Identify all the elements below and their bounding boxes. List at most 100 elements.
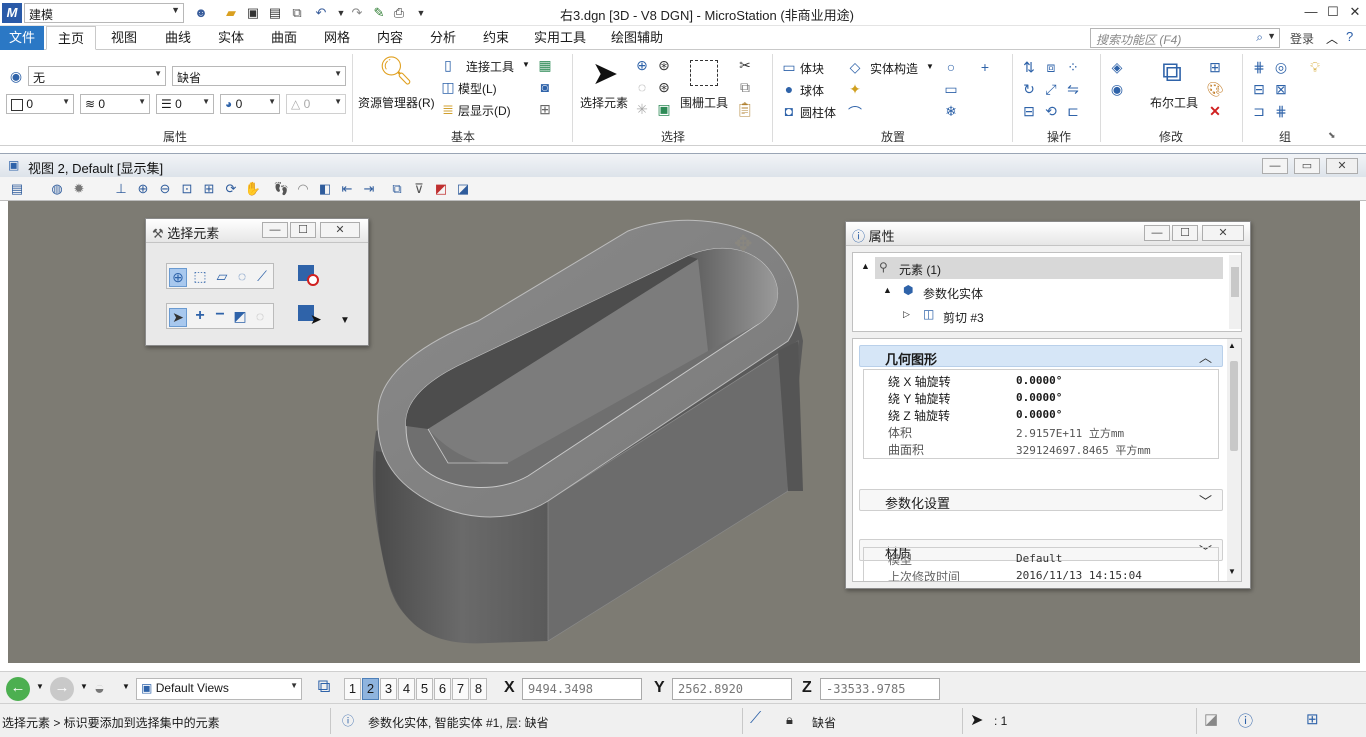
x-coord-field[interactable]: 9494.3498 — [522, 678, 642, 700]
select-element-button[interactable]: 选择元素 — [580, 94, 628, 111]
view-minimize-button[interactable]: — — [1262, 158, 1288, 174]
level-display-icon[interactable]: ◉ — [6, 68, 26, 85]
info-icon[interactable]: ⓘ — [342, 712, 354, 729]
save-icon[interactable]: ▣ — [244, 4, 262, 22]
deselect-icon[interactable]: ◌ — [634, 79, 650, 95]
view-6-button[interactable]: 6 — [434, 678, 451, 700]
bulb-icon[interactable]: 💡︎ — [1306, 59, 1324, 76]
update-view-icon[interactable]: ⊥ — [112, 180, 130, 198]
window-area-icon[interactable]: ⊡ — [178, 180, 196, 198]
minimize-button[interactable]: — — [1300, 2, 1322, 22]
view-8-button[interactable]: 8 — [470, 678, 487, 700]
group-lock-icon[interactable]: ▣ — [656, 101, 672, 118]
clip-volume-icon[interactable]: ⊽ — [410, 180, 428, 198]
spin-icon[interactable]: ⟲ — [1042, 103, 1060, 120]
snap-mode-icon[interactable]: ⟋ — [750, 710, 761, 728]
design-history-icon[interactable]: ◪ — [1204, 710, 1218, 728]
references-icon[interactable]: ▦ — [536, 57, 554, 74]
tab-curves[interactable]: 曲线 — [158, 26, 198, 50]
group-icon[interactable]: ⋕ — [1250, 59, 1268, 76]
dialog-restore-button[interactable]: ☐ — [290, 222, 316, 238]
view-next-icon[interactable]: ⇥ — [360, 180, 378, 198]
explorer-button[interactable]: 资源管理器(R) — [358, 94, 435, 111]
align-icon[interactable]: ⊟ — [1020, 103, 1038, 120]
select-all-icon[interactable]: ⊕ — [634, 57, 650, 74]
paint-icon[interactable]: 🎨︎ — [1206, 81, 1224, 98]
view-7-button[interactable]: 7 — [452, 678, 469, 700]
user-icon[interactable]: ☻ — [192, 4, 210, 22]
view-groups-icon[interactable]: ⧉ — [310, 676, 338, 702]
tab-drawing-aids[interactable]: 绘图辅助 — [604, 26, 670, 50]
cylinder-icon[interactable]: ◘ — [780, 103, 798, 119]
camera-icon[interactable]: ◧ — [316, 180, 334, 198]
sphere-button[interactable]: 球体 — [800, 82, 824, 99]
arc-icon[interactable]: ⌒ — [846, 103, 864, 123]
property-value[interactable]: 0.0000° — [1016, 374, 1062, 387]
compress-icon[interactable]: ⧉ — [288, 4, 306, 22]
add-mode-icon[interactable]: + — [191, 307, 209, 325]
close-button[interactable]: ✕ — [1344, 2, 1366, 22]
view-4-button[interactable]: 4 — [398, 678, 415, 700]
view-maximize-button[interactable]: ▭ — [1294, 158, 1320, 174]
selection-set-icon[interactable]: ➤ — [970, 710, 983, 730]
models-icon[interactable]: ◫ — [440, 79, 456, 96]
cylinder-button[interactable]: 圆柱体 — [800, 104, 836, 121]
trim-icon[interactable]: ⊞ — [1206, 59, 1224, 76]
section-geometry[interactable]: 几何图形 ︿ — [859, 345, 1223, 367]
tree-scrollbar[interactable] — [1229, 255, 1241, 329]
named-group-icon[interactable]: ⊠ — [1272, 81, 1290, 98]
display-style-icon[interactable]: ◍ — [48, 180, 66, 198]
graphic-group-icon[interactable]: ⊐ — [1250, 103, 1268, 120]
copy-icon[interactable]: ⧉ — [736, 79, 754, 96]
collapse-ribbon-icon[interactable]: ︿ — [1326, 30, 1338, 47]
chevron-down-icon[interactable]: ▼ — [80, 682, 88, 691]
solid-construct-button[interactable]: 实体构造 — [870, 60, 918, 77]
copy-element-icon[interactable]: ⧈ — [1042, 59, 1060, 76]
workflow-dropdown[interactable]: 建模 ▼ — [24, 3, 184, 23]
open-folder-icon[interactable]: ▰ — [222, 4, 240, 22]
display-set-icon[interactable]: ◪ — [454, 180, 472, 198]
view-1-button[interactable]: 1 — [344, 678, 361, 700]
individual-select-icon[interactable]: ⊕ — [169, 268, 187, 287]
select-cursor-icon[interactable]: ➤ — [590, 54, 620, 92]
active-level-status[interactable]: 缺省 — [812, 714, 836, 731]
help-icon[interactable]: ? — [1346, 29, 1353, 44]
pan-view-icon[interactable]: ✋ — [244, 180, 262, 198]
boolean-tools-button[interactable]: 布尔工具 — [1150, 94, 1198, 111]
dialog-close-button[interactable]: ✕ — [1202, 225, 1244, 241]
color-combo[interactable]: 0 ▼ — [6, 94, 74, 114]
tab-view[interactable]: 视图 — [104, 26, 144, 50]
scale-icon[interactable]: ⤢ — [1042, 81, 1060, 98]
properties-scrollbar[interactable]: ▲ ▼ — [1227, 339, 1241, 581]
clear-mode-icon[interactable]: ◌ — [251, 308, 269, 324]
walk-icon[interactable]: 👣︎ — [272, 180, 290, 198]
y-coord-field[interactable]: 2562.8920 — [672, 678, 792, 700]
zoom-out-icon[interactable]: ⊖ — [156, 180, 174, 198]
view-5-button[interactable]: 5 — [416, 678, 433, 700]
element-template-combo[interactable]: 缺省 ▼ — [172, 66, 346, 86]
tree-grandchild-label[interactable]: 剪切 #3 — [943, 309, 984, 326]
properties-status-icon[interactable]: ⓘ — [1238, 710, 1253, 731]
move-icon[interactable]: ⇅ — [1020, 59, 1038, 76]
light-icon[interactable]: ✦ — [846, 81, 864, 98]
boolean-tools-icon[interactable]: ⧉ — [1156, 56, 1188, 89]
shape-select-icon[interactable]: ⏥ — [213, 268, 231, 285]
chevron-down-icon[interactable]: ▼ — [36, 682, 44, 691]
zoom-in-icon[interactable]: ⊕ — [134, 180, 152, 198]
invert-mode-icon[interactable]: ◩ — [231, 308, 249, 325]
block-icon[interactable]: ▭ — [780, 59, 798, 76]
tab-analysis[interactable]: 分析 — [423, 26, 463, 50]
line-select-icon[interactable]: ⟋ — [253, 268, 271, 285]
dialog-launcher-icon[interactable]: ⬊ — [1328, 130, 1336, 141]
forward-icon[interactable]: → — [50, 677, 74, 701]
lock-icon[interactable]: 🔒︎ — [786, 712, 793, 728]
microstation-logo-icon[interactable]: M — [2, 3, 22, 23]
circle-select-icon[interactable]: ◌ — [233, 268, 251, 284]
view-2-button[interactable]: 2 — [362, 678, 379, 700]
new-mode-icon[interactable]: ➤ — [169, 308, 187, 327]
circle-icon[interactable]: ○ — [942, 59, 960, 75]
saved-views-combo[interactable]: ▣ Default Views ▼ — [136, 678, 302, 700]
fence-icon[interactable] — [690, 60, 718, 86]
rotate-view-icon[interactable]: ⟳ — [222, 180, 240, 198]
tab-content[interactable]: 内容 — [370, 26, 410, 50]
